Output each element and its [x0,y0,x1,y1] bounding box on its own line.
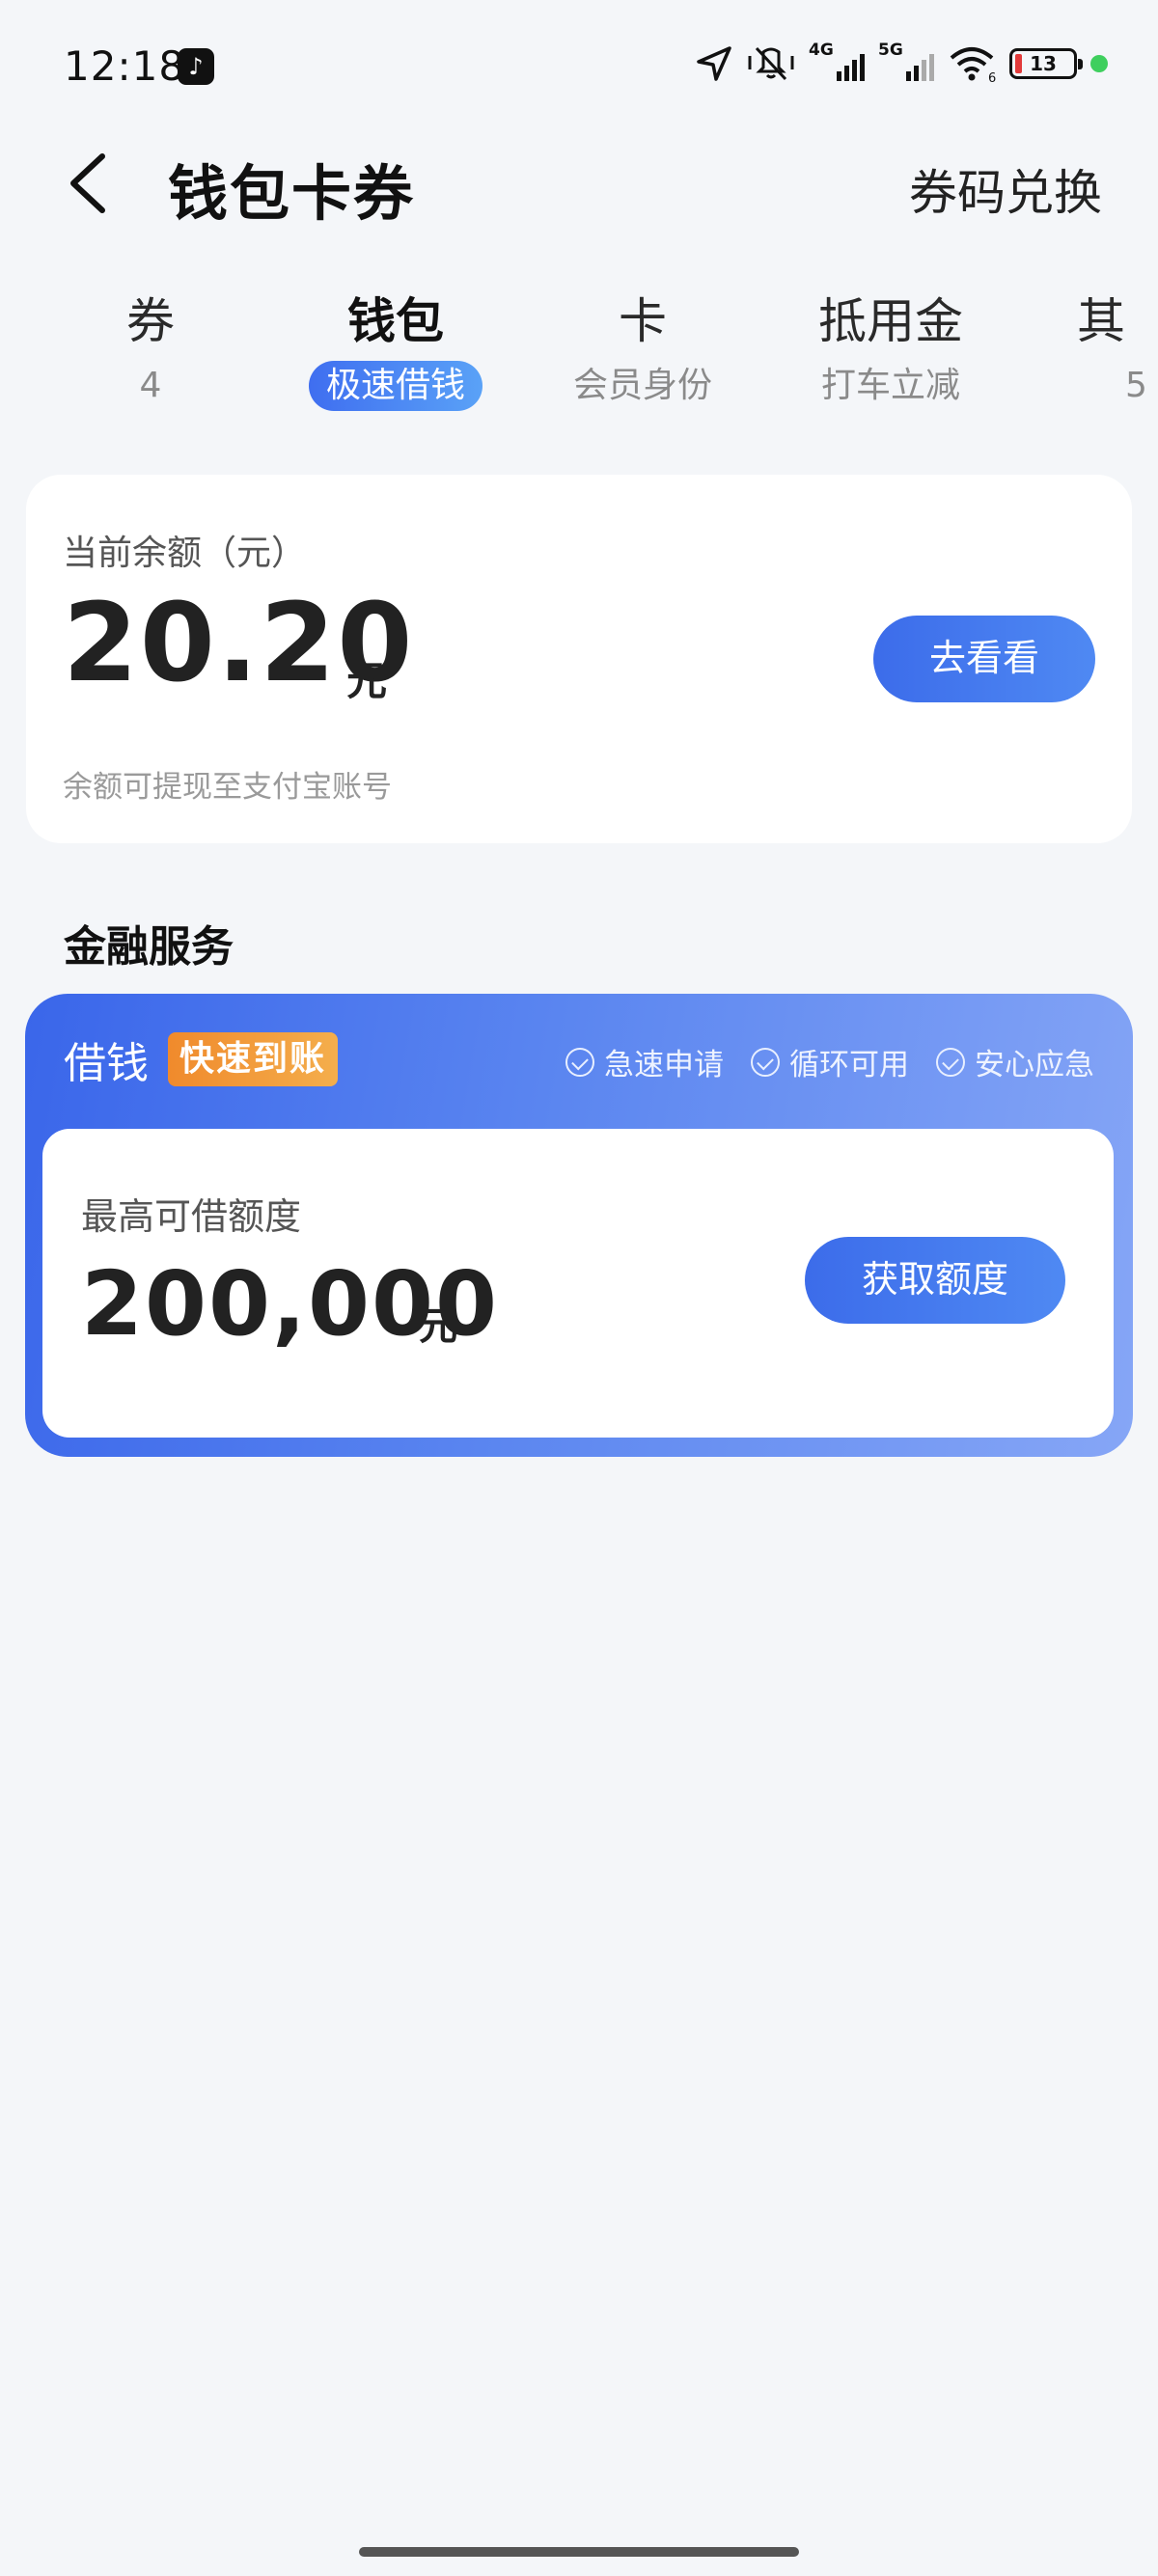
tab-label: 钱包 [347,293,444,349]
balance-note: 余额可提现至支付宝账号 [63,770,392,805]
tab-vouchers[interactable]: 抵用金 打车立减 [789,289,992,411]
limit-label: 最高可借额度 [81,1195,302,1238]
tab-sub: 4 [139,366,162,405]
privacy-indicator-dot [1090,55,1108,72]
check-circle-icon [936,1047,965,1077]
check-circle-icon [751,1047,780,1077]
feature-item: 急速申请 [565,1040,724,1083]
tab-coupons[interactable]: 券 4 [73,289,228,411]
balance-unit: 元 [346,657,388,704]
tab-label: 券 [126,293,175,349]
tab-wallet[interactable]: 钱包 极速借钱 [280,289,511,411]
home-indicator[interactable] [359,2547,799,2557]
wallet-page: 12:18 ♪ 4G 5G 6 13 钱包卡券 券码兑换 券 4 钱包 极速借钱… [0,0,1158,2576]
balance-card: 当前余额（元） 20.20 元 余额可提现至支付宝账号 去看看 [26,475,1132,843]
feature-label: 安心应急 [975,1048,1094,1082]
chevron-left-icon [70,153,105,213]
tab-label: 其 [1077,293,1125,349]
loan-limit-panel: 最高可借额度 200,000 元 获取额度 [42,1129,1114,1438]
network-4g-label: 4G [809,41,834,60]
signal-4g-icon: 4G [809,41,865,83]
tab-sub: 打车立减 [820,366,960,405]
get-limit-button[interactable]: 获取额度 [805,1237,1065,1324]
tab-sub: 会员身份 [572,366,712,405]
feature-item: 循环可用 [751,1040,909,1083]
vibrate-mute-icon [748,46,794,81]
wifi-badge: 6 [988,71,996,83]
feature-label: 循环可用 [789,1048,909,1082]
redeem-code-link[interactable]: 券码兑换 [909,154,1102,224]
feature-item: 安心应急 [936,1040,1094,1083]
check-circle-icon [565,1047,594,1077]
section-title: 金融服务 [64,922,234,972]
loan-features: 急速申请 循环可用 安心应急 [565,1040,1094,1083]
feature-label: 急速申请 [604,1048,724,1082]
tab-cards[interactable]: 卡 会员身份 [546,289,739,411]
wifi-icon: 6 [950,47,996,83]
balance-label: 当前余额（元） [63,534,307,573]
battery-percent: 13 [1030,52,1057,75]
status-bar: 12:18 ♪ 4G 5G 6 13 [0,0,1158,135]
back-button[interactable] [56,145,124,222]
fast-arrival-badge: 快速到账 [168,1032,339,1086]
tab-sub: 5 [1125,366,1147,405]
location-arrow-icon [697,46,731,81]
status-icons: 4G 5G 6 13 [695,41,1108,83]
tab-sub: 极速借钱 [308,361,482,411]
limit-unit: 元 [419,1304,457,1349]
tab-other[interactable]: 其 5 [1077,289,1158,411]
page-title: 钱包卡券 [168,158,416,229]
category-tabs: 券 4 钱包 极速借钱 卡 会员身份 抵用金 打车立减 其 5 [0,289,1158,425]
signal-5g-icon: 5G [878,41,934,83]
tiktok-icon: ♪ [178,48,214,85]
view-balance-button[interactable]: 去看看 [873,616,1095,702]
tab-label: 抵用金 [818,293,963,349]
status-time: 12:18 [64,42,186,90]
tab-label: 卡 [619,293,667,349]
loan-title: 借钱 [64,1039,149,1088]
network-5g-label: 5G [878,41,903,60]
battery-icon: 13 [1009,48,1083,79]
loan-card[interactable]: 借钱 快速到账 急速申请 循环可用 安心应急 最高可借额度 200,000 元 … [25,994,1133,1457]
